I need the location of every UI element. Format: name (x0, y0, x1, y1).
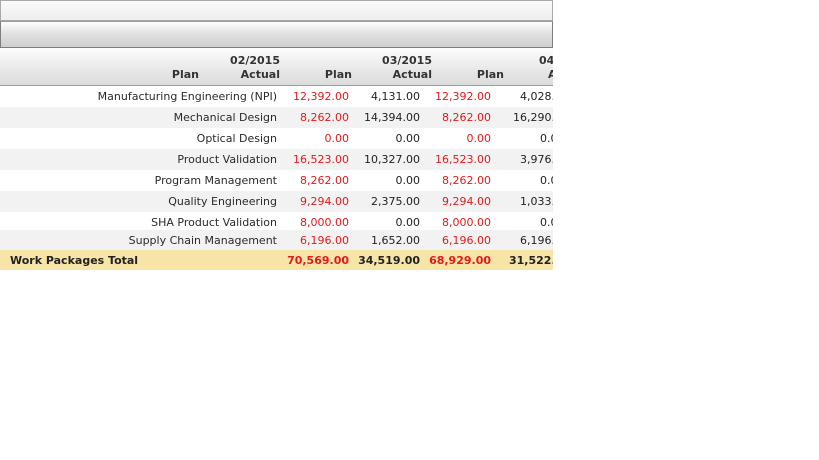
period-header-2[interactable]: 03/2015 (382, 55, 432, 67)
period-header-3[interactable]: 04 (539, 55, 553, 67)
actual-value: 3,976.0 (520, 153, 553, 166)
actual-value: 0.0 (540, 174, 553, 187)
actual-value: 4,028.0 (520, 90, 553, 103)
col-header-actual-2[interactable]: Actual (393, 69, 432, 81)
period-header-1[interactable]: 02/2015 (230, 55, 280, 67)
table-row[interactable]: Mechanical Design 8,262.00 14,394.00 8,2… (0, 107, 553, 128)
actual-value: 14,394.00 (364, 111, 420, 124)
row-label: Supply Chain Management (128, 234, 277, 247)
actual-value: 0.00 (395, 132, 421, 145)
actual-value: 1,652.00 (371, 234, 420, 247)
table-row[interactable]: Program Management 8,262.00 0.00 8,262.0… (0, 170, 553, 191)
plan-value: 12,392.00 (435, 90, 491, 103)
actual-value: 0.00 (395, 174, 421, 187)
col-header-plan-2[interactable]: Plan (477, 69, 504, 81)
plan-value: 8,262.00 (442, 174, 491, 187)
plan-value: 9,294.00 (442, 195, 491, 208)
table-row[interactable]: Manufacturing Engineering (NPI) 12,392.0… (0, 86, 553, 107)
table-row[interactable]: Product Validation 16,523.00 10,327.00 1… (0, 149, 553, 170)
actual-value: 4,131.00 (371, 90, 420, 103)
plan-value: 0.00 (324, 132, 350, 145)
actual-value: 1,033.0 (520, 195, 553, 208)
report-toolbar (0, 0, 553, 21)
actual-value: 0.0 (540, 132, 553, 145)
row-label: Product Validation (177, 153, 277, 166)
total-actual-value: 31,522.0 (509, 254, 553, 267)
plan-value: 0.00 (466, 132, 492, 145)
row-label: Manufacturing Engineering (NPI) (97, 90, 277, 103)
total-plan-value: 68,929.00 (429, 254, 491, 267)
row-label: Program Management (154, 174, 277, 187)
row-label: Quality Engineering (168, 195, 277, 208)
table-row[interactable]: Quality Engineering 9,294.00 2,375.00 9,… (0, 191, 553, 212)
total-label: Work Packages Total (10, 254, 139, 267)
table-row[interactable]: Optical Design 0.00 0.00 0.00 0.0 (0, 128, 553, 149)
plan-value: 6,196.00 (442, 234, 491, 247)
plan-value: 16,523.00 (293, 153, 349, 166)
col-header-actual-1[interactable]: Actual (241, 69, 280, 81)
plan-value: 8,262.00 (442, 111, 491, 124)
plan-value: 16,523.00 (435, 153, 491, 166)
actual-value: 6,196.0 (520, 234, 553, 247)
col-header-actual-3[interactable]: A (548, 69, 553, 81)
plan-value: 6,196.00 (300, 234, 349, 247)
plan-value: 8,262.00 (300, 174, 349, 187)
total-plan-value: 70,569.00 (287, 254, 349, 267)
plan-value: 9,294.00 (300, 195, 349, 208)
row-label: Optical Design (196, 132, 277, 145)
table-row[interactable]: Supply Chain Management 6,196.00 1,652.0… (0, 230, 553, 251)
column-header: 02/2015 03/2015 04 Plan Actual Plan Actu… (0, 48, 553, 86)
total-row: Work Packages Total 70,569.00 34,519.00 … (0, 250, 553, 270)
total-actual-value: 34,519.00 (358, 254, 420, 267)
plan-value: 8,262.00 (300, 111, 349, 124)
report-grid: 02/2015 03/2015 04 Plan Actual Plan Actu… (0, 0, 553, 270)
row-label: Mechanical Design (173, 111, 277, 124)
col-header-plan-0[interactable]: Plan (172, 69, 199, 81)
plan-value: 12,392.00 (293, 90, 349, 103)
actual-value: 16,290.0 (513, 111, 553, 124)
group-by-bar[interactable] (0, 21, 553, 48)
actual-value: 10,327.00 (364, 153, 420, 166)
col-header-plan-1[interactable]: Plan (325, 69, 352, 81)
actual-value: 2,375.00 (371, 195, 420, 208)
